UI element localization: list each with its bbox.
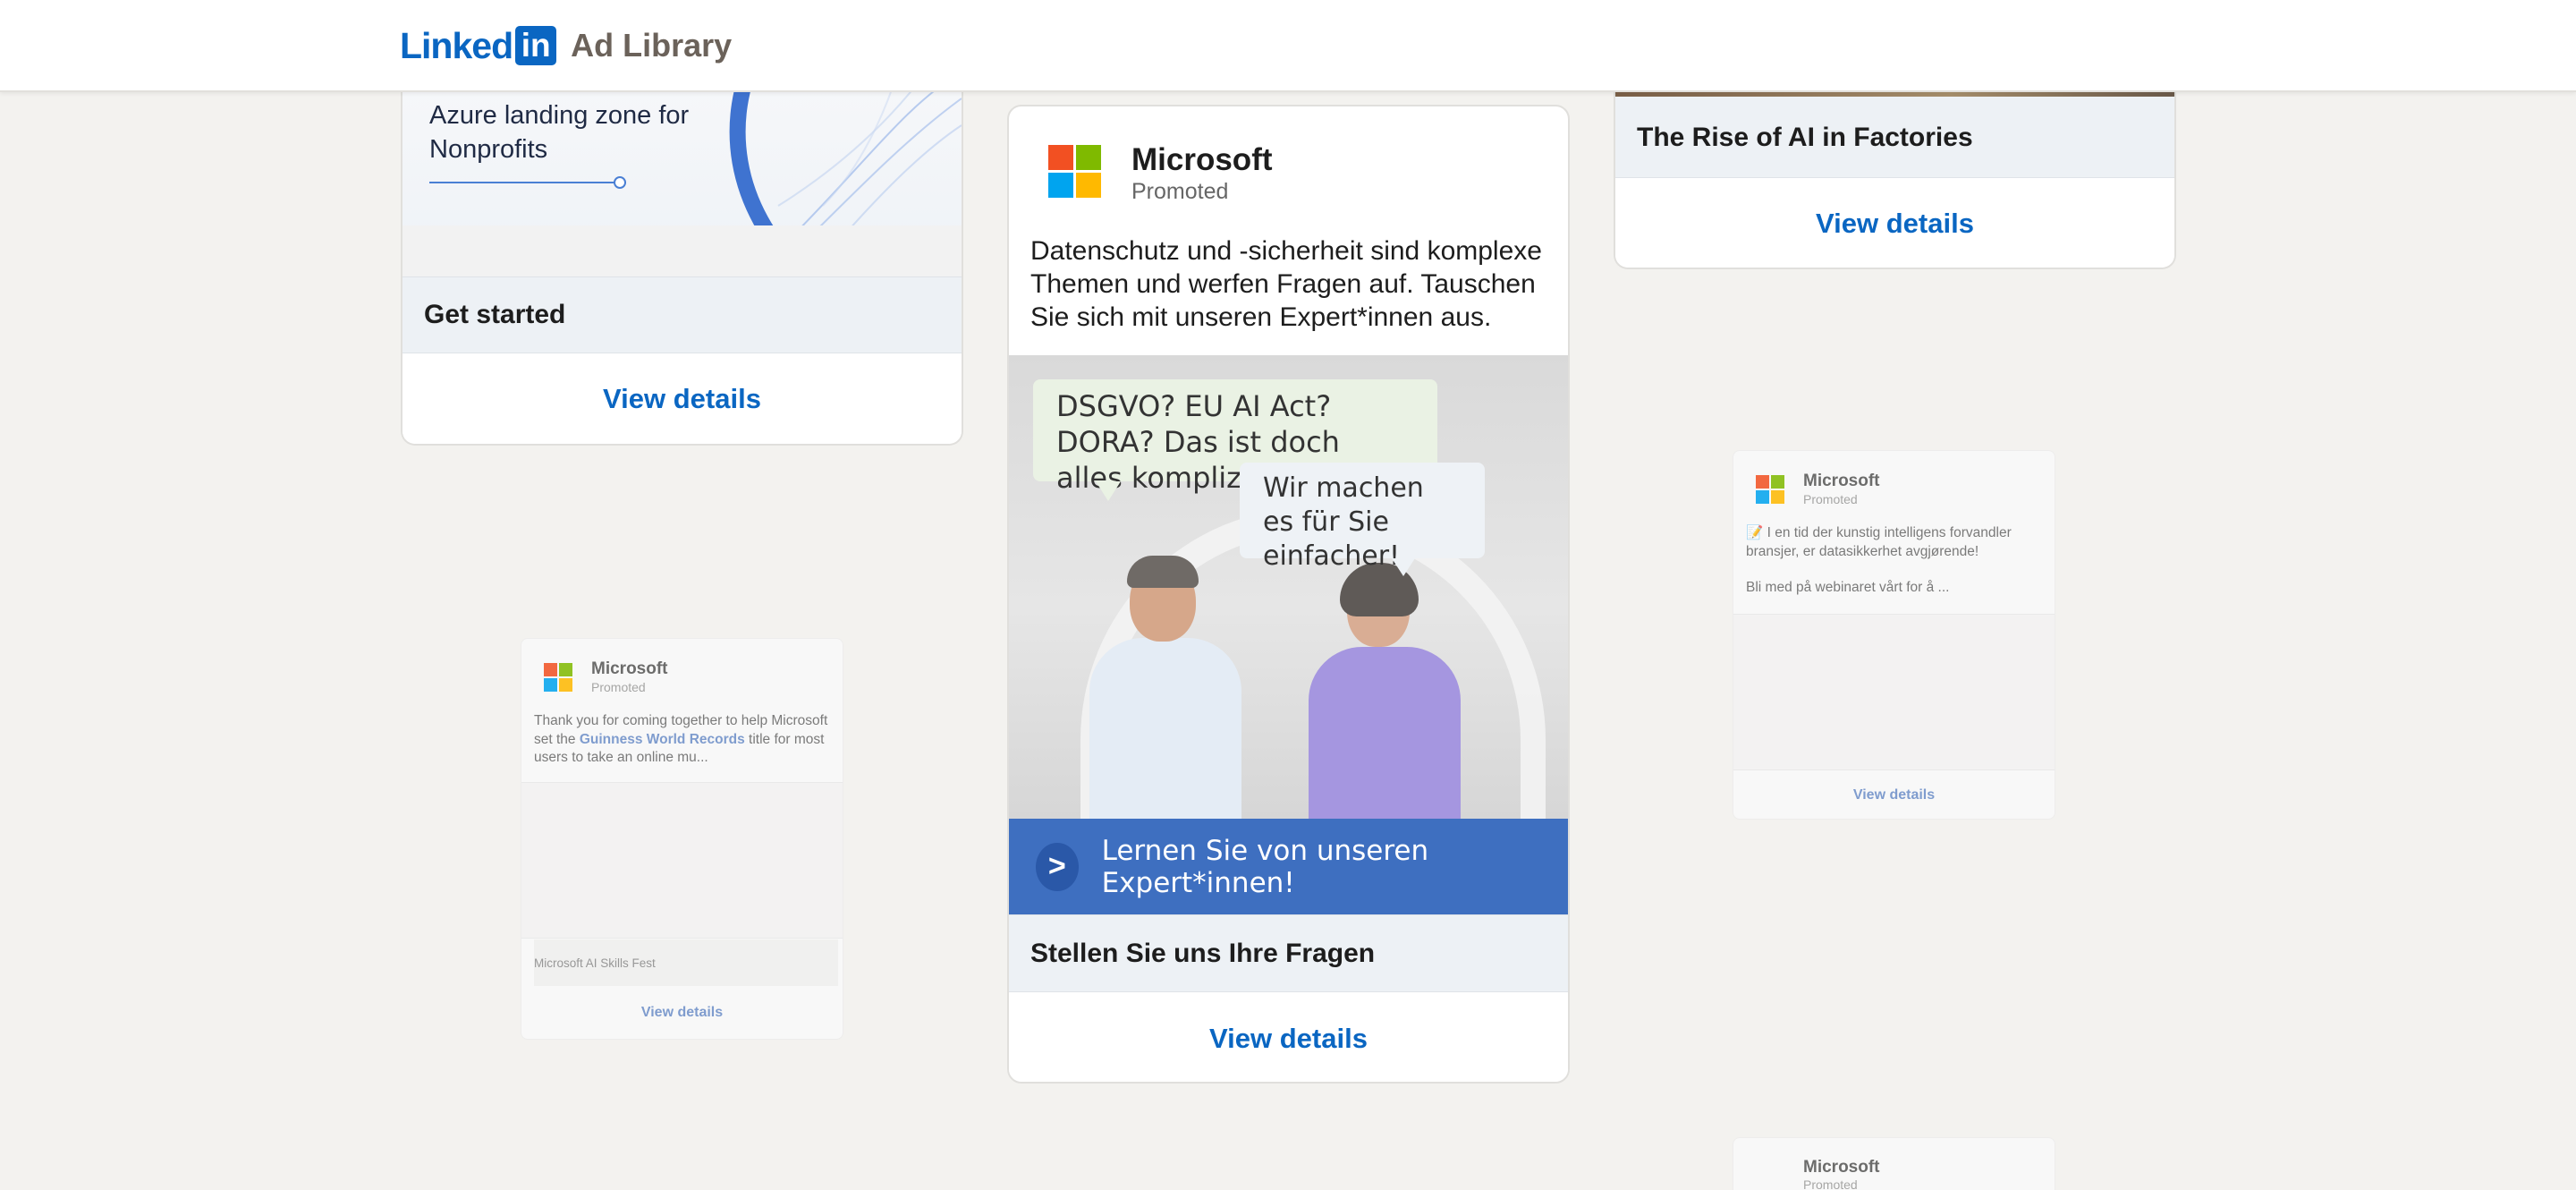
ad-card-datenschutz: Microsoft Promoted Datenschutz und -sich… [1007,105,1570,1084]
ad-library-title: Ad Library [571,27,733,64]
promoted-label: Promoted [591,680,646,694]
view-details-button[interactable]: View details [1733,771,2055,819]
promoted-label: Promoted [1131,179,1229,204]
ad-card-partial: Microsoft Promoted [1733,1137,2055,1190]
view-details-button[interactable]: View details [521,986,843,1039]
ad-card-skills-fest: Microsoft Promoted Thank you for coming … [521,638,843,1040]
microsoft-logo-icon[interactable] [1048,145,1101,198]
person-woman [1304,563,1465,835]
image-bottom-strip [402,225,962,276]
chevron-right-icon: > [1036,842,1079,891]
promoted-label: Promoted [1803,492,1858,506]
ad-headline: Stellen Sie uns Ihre Fragen [1009,914,1568,992]
view-details-button[interactable]: View details [1009,993,1568,1082]
divider-dot [614,176,626,189]
ad-image-title: Azure landing zone for Nonprofits [429,101,690,164]
logo-linked-text: Linked [400,24,513,66]
ad-body-text: Datenschutz und -sicherheit sind komplex… [1030,236,1542,332]
ad-card-webinar-no: Microsoft Promoted 📝 I en tid der kunsti… [1733,450,2055,820]
top-bar: Linked in Ad Library [0,0,2576,92]
advertiser-name[interactable]: Microsoft [1131,142,1273,178]
ad-card-azure: Azure landing zone for Nonprofits Get st… [401,54,963,446]
linkedin-ad-library-logo[interactable]: Linked in Ad Library [400,25,732,66]
ad-body-line-2: Bli med på webinaret vårt for å ... [1746,580,1950,595]
ad-body-line-1: 📝 I en tid der kunstig intelligens forva… [1746,525,2012,559]
guinness-link[interactable]: Guinness World Records [580,732,745,747]
cta-banner-text: Lernen Sie von unseren Expert*innen! [1101,834,1429,899]
ad-headline: Get started [402,276,962,353]
ad-image[interactable] [521,782,843,939]
person-man [1080,556,1246,835]
ad-body-text: 📝 I en tid der kunstig intelligens forva… [1746,524,2046,598]
advertiser-name[interactable]: Microsoft [1803,472,1880,491]
ad-image[interactable] [1733,614,2055,770]
advertiser-name[interactable]: Microsoft [591,659,668,679]
promoted-label: Promoted [1803,1177,1858,1190]
linkedin-logo-icon: in [515,26,557,65]
speech-bubble-answer: Wir machen es für Sie einfacher! [1240,463,1485,576]
microsoft-logo-icon[interactable] [544,663,572,692]
advertiser-name[interactable]: Microsoft [1803,1158,1880,1177]
divider [429,182,626,183]
ad-image[interactable]: DSGVO? EU AI Act? DORA? Das ist doch all… [1009,355,1568,914]
ad-header: Microsoft Promoted Datenschutz und -sich… [1009,106,1568,357]
microsoft-logo-icon[interactable] [1756,475,1784,504]
ad-body-text: Thank you for coming together to help Mi… [534,713,828,765]
view-details-button[interactable]: View details [1615,179,2174,268]
view-details-button[interactable]: View details [402,354,962,444]
image-cta-banner: > Lernen Sie von unseren Expert*innen! [1009,819,1568,914]
ad-headline: Microsoft AI Skills Fest [534,939,838,986]
